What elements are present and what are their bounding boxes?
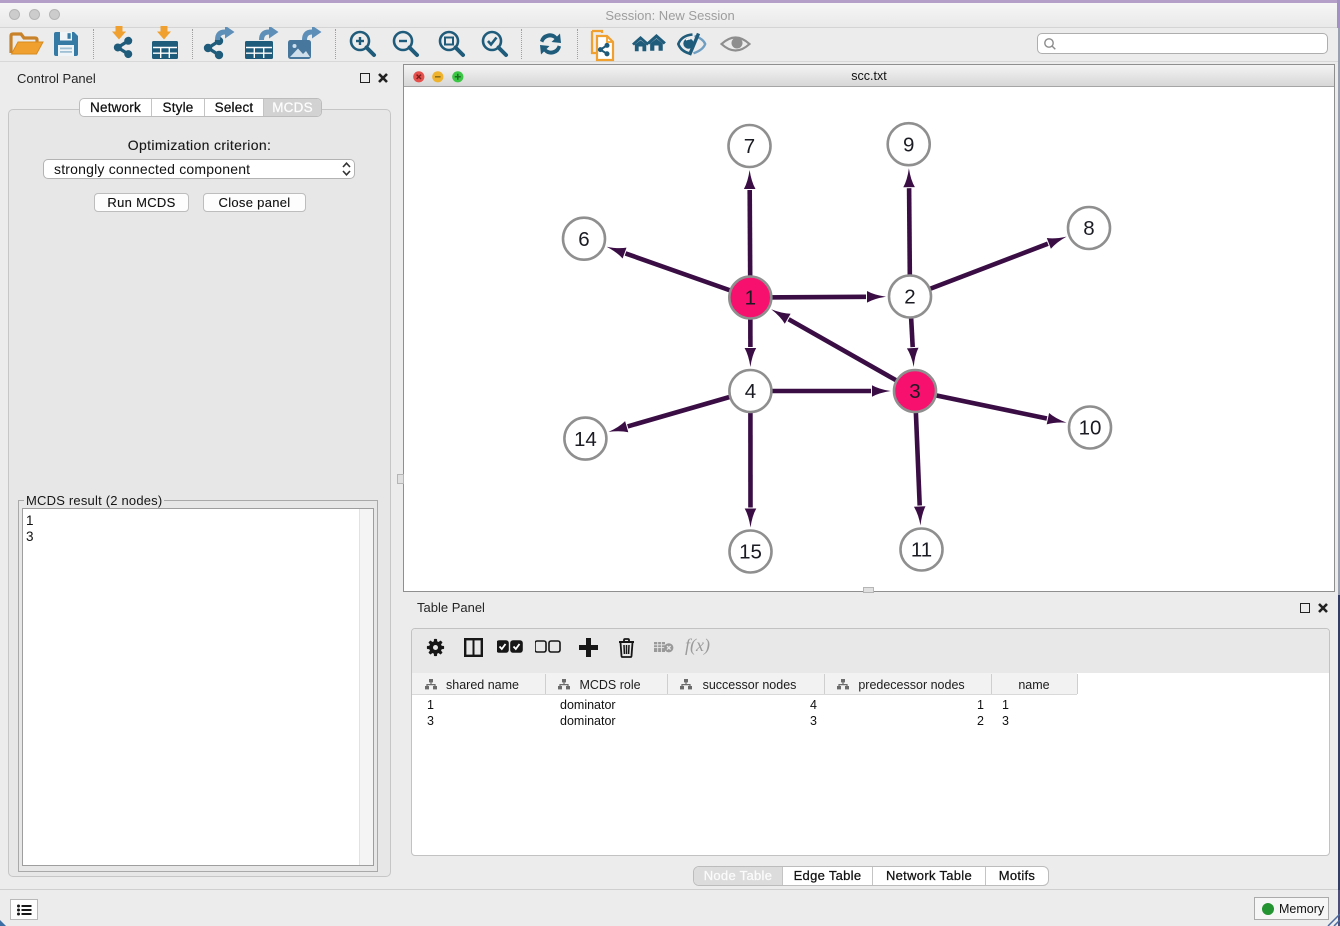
svg-text:1: 1 <box>745 287 756 310</box>
svg-text:10: 10 <box>1079 417 1102 440</box>
svg-text:15: 15 <box>739 541 762 564</box>
svg-text:11: 11 <box>911 539 932 562</box>
svg-text:3: 3 <box>909 380 920 403</box>
svg-text:7: 7 <box>744 135 755 158</box>
svg-text:8: 8 <box>1083 217 1094 240</box>
svg-text:2: 2 <box>904 286 915 309</box>
svg-text:9: 9 <box>903 133 914 156</box>
svg-text:4: 4 <box>745 380 756 403</box>
svg-text:6: 6 <box>578 228 589 251</box>
svg-text:14: 14 <box>574 428 597 451</box>
